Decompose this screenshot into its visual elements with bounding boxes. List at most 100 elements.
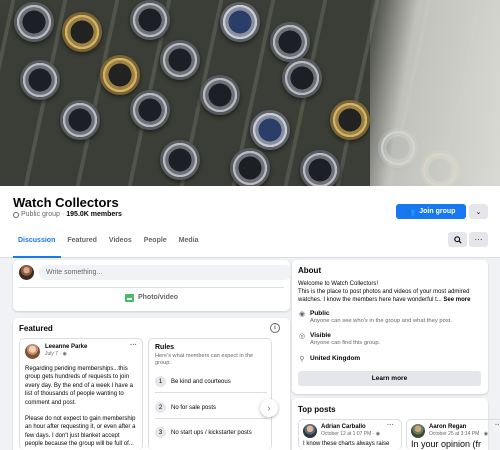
rule-item: 3 No start ups / kickstarter posts bbox=[155, 427, 252, 438]
photo-icon bbox=[124, 293, 134, 302]
location-info: ⚲ United Kingdom bbox=[299, 355, 361, 363]
globe-icon: ◉ bbox=[298, 311, 306, 318]
post-author[interactable]: Aaron Regan bbox=[429, 424, 466, 430]
tab-media[interactable]: Media bbox=[173, 236, 205, 258]
location-pin-icon: ⚲ bbox=[299, 356, 305, 363]
about-description: Welcome to Watch Collectors! This is the… bbox=[298, 281, 471, 304]
cover-photo bbox=[0, 0, 500, 186]
tab-videos[interactable]: Videos bbox=[103, 236, 138, 258]
post-author[interactable]: Leeanne Parke bbox=[45, 344, 87, 350]
post-date[interactable]: July 7 · ◉ bbox=[45, 351, 67, 357]
watch-image bbox=[62, 12, 102, 52]
group-options-button[interactable]: ⌄ bbox=[469, 204, 488, 219]
post-options-icon[interactable]: ··· bbox=[387, 422, 394, 429]
top-post-card[interactable]: Adrian Carballo October 12 at 1:07 PM · … bbox=[298, 419, 402, 450]
globe-icon: ◉ bbox=[62, 351, 67, 357]
watch-image bbox=[200, 75, 240, 115]
watch-image bbox=[282, 58, 322, 98]
watch-image bbox=[20, 60, 60, 100]
chevron-down-icon: ⌄ bbox=[475, 208, 482, 216]
avatar[interactable] bbox=[411, 424, 425, 438]
watch-image bbox=[220, 2, 260, 42]
top-post-card[interactable]: Aaron Regan October 25 at 3:14 PM · ◉ ··… bbox=[406, 419, 500, 450]
about-title: About bbox=[298, 266, 322, 275]
privacy-info: ◉ Public Anyone can see who's in the gro… bbox=[298, 310, 452, 324]
globe-icon: ◉ bbox=[483, 431, 489, 437]
eye-icon: ◎ bbox=[298, 333, 306, 340]
post-options-icon[interactable]: ··· bbox=[130, 342, 137, 349]
glass-reflection bbox=[370, 0, 500, 186]
globe-icon bbox=[13, 211, 19, 218]
about-section: About Welcome to Watch Collectors! This … bbox=[292, 260, 488, 394]
join-group-label: Join group bbox=[419, 208, 456, 215]
avatar[interactable] bbox=[19, 265, 34, 280]
rules-title: Rules bbox=[155, 344, 175, 351]
divider bbox=[155, 392, 267, 393]
watch-image bbox=[250, 110, 290, 150]
post-text: Regarding pending memberships...this gro… bbox=[25, 366, 136, 448]
watch-image bbox=[130, 90, 170, 130]
photo-video-button[interactable]: Photo/video bbox=[13, 290, 290, 305]
top-posts-title: Top posts bbox=[298, 405, 336, 414]
post-author[interactable]: Adrian Carballo bbox=[321, 424, 366, 430]
visibility-info: ◎ Visible Anyone can find this group. bbox=[298, 332, 381, 346]
ellipsis-icon: ··· bbox=[474, 235, 483, 244]
more-options-button[interactable]: ··· bbox=[469, 232, 488, 247]
top-posts-section: Top posts Adrian Carballo October 12 at … bbox=[292, 398, 500, 450]
post-composer: Write something... Photo/video bbox=[13, 260, 292, 311]
featured-post[interactable]: Leeanne Parke July 7 · ◉ ··· Regarding p… bbox=[19, 338, 143, 450]
next-arrow-button[interactable]: › bbox=[260, 399, 278, 417]
watch-image bbox=[130, 0, 170, 40]
avatar[interactable] bbox=[25, 344, 40, 359]
group-meta: Public group · 195.0K members bbox=[13, 211, 122, 218]
rule-text: No start ups / kickstarter posts bbox=[171, 429, 252, 436]
watch-image bbox=[330, 100, 370, 140]
watch-image bbox=[160, 40, 200, 80]
rule-item: 2 No for sale posts bbox=[155, 402, 216, 413]
rule-number: 2 bbox=[155, 402, 166, 413]
rule-number: 3 bbox=[155, 427, 166, 438]
watch-image bbox=[230, 148, 270, 186]
search-icon bbox=[453, 235, 462, 244]
watch-image bbox=[60, 100, 100, 140]
rules-subtitle: Here's what members can expect in the gr… bbox=[155, 353, 254, 366]
post-text: I know these charts always raise bbox=[303, 441, 390, 447]
info-icon[interactable]: i bbox=[270, 323, 280, 333]
group-header: Watch Collectors Public group · 195.0K m… bbox=[0, 186, 500, 258]
photo-video-label: Photo/video bbox=[137, 294, 179, 301]
rule-number: 1 bbox=[155, 376, 166, 387]
group-tabs: Discussion Featured Videos People Media bbox=[13, 236, 205, 258]
rule-text: Be kind and courteous bbox=[171, 378, 231, 385]
featured-section: Featured i Leeanne Parke July 7 · ◉ ··· … bbox=[13, 318, 290, 450]
watch-image bbox=[270, 22, 310, 62]
featured-title: Featured bbox=[19, 324, 53, 333]
group-title: Watch Collectors bbox=[13, 195, 119, 210]
post-date[interactable]: October 12 at 1:07 PM · ◉ bbox=[321, 431, 380, 437]
tab-featured[interactable]: Featured bbox=[61, 236, 103, 258]
watch-image bbox=[300, 150, 340, 186]
tab-discussion[interactable]: Discussion bbox=[13, 236, 62, 258]
watch-image bbox=[100, 55, 140, 95]
write-something-input[interactable]: Write something... bbox=[39, 265, 292, 280]
rule-text: No for sale posts bbox=[171, 404, 217, 411]
globe-icon: ◉ bbox=[375, 431, 381, 437]
watch-image bbox=[14, 2, 54, 42]
rules-card[interactable]: Rules Here's what members can expect in … bbox=[148, 338, 272, 450]
post-options-icon[interactable]: ··· bbox=[495, 422, 500, 429]
chevron-right-icon: › bbox=[267, 403, 271, 413]
rule-item: 1 Be kind and courteous bbox=[155, 376, 231, 387]
tab-people[interactable]: People bbox=[138, 236, 173, 258]
people-icon: 👥 bbox=[406, 208, 416, 216]
post-date[interactable]: October 25 at 3:14 PM · ◉ bbox=[429, 431, 488, 437]
group-members[interactable]: 195.0K members bbox=[66, 211, 122, 218]
join-group-button[interactable]: 👥 Join group bbox=[396, 204, 466, 219]
group-privacy: Public group bbox=[21, 211, 60, 218]
watch-image bbox=[160, 140, 200, 180]
see-more-link[interactable]: See more bbox=[443, 297, 470, 303]
avatar[interactable] bbox=[303, 424, 317, 438]
divider bbox=[19, 287, 284, 288]
post-text: In your opinion (fr bbox=[411, 439, 482, 449]
search-button[interactable] bbox=[448, 232, 467, 247]
divider bbox=[155, 418, 267, 419]
learn-more-button[interactable]: Learn more bbox=[298, 371, 481, 386]
